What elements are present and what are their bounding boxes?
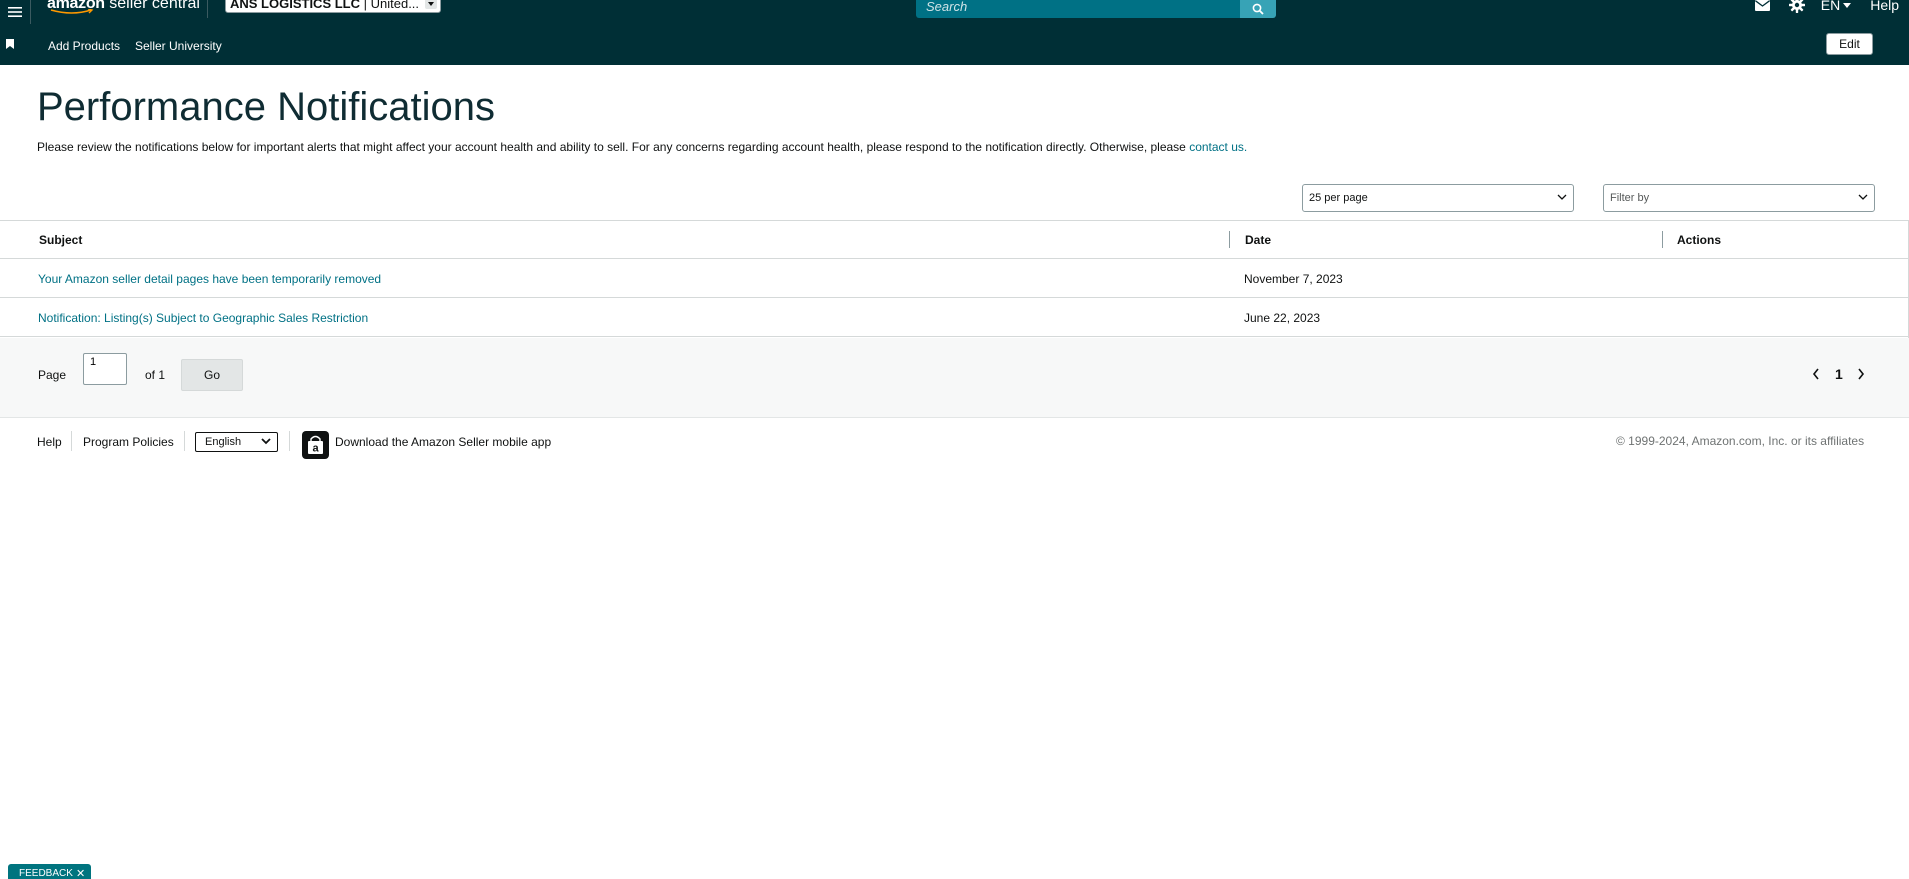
page-title: Performance Notifications <box>37 85 495 129</box>
column-header-subject[interactable]: Subject <box>39 233 82 247</box>
page-count-label: of 1 <box>145 368 166 382</box>
account-market: | United... <box>363 0 420 11</box>
go-button[interactable]: Go <box>181 359 243 391</box>
account-switcher[interactable]: ANS LOGISTICS LLC | United... <box>225 0 441 13</box>
edit-button[interactable]: Edit <box>1826 33 1873 55</box>
seller-central-logo[interactable]: amazon seller central <box>47 0 200 15</box>
notification-date: June 22, 2023 <box>1244 311 1321 325</box>
search-box <box>916 0 1240 18</box>
program-policies-link[interactable]: Program Policies <box>83 435 174 449</box>
current-page-number[interactable]: 1 <box>1835 366 1843 382</box>
logo-divider <box>207 0 208 18</box>
help-link[interactable]: Help <box>1870 0 1899 13</box>
page-label: Page <box>38 368 67 382</box>
search-button[interactable] <box>1240 0 1276 18</box>
download-app-link[interactable]: Download the Amazon Seller mobile app <box>335 435 551 449</box>
page-number-input[interactable] <box>83 353 127 385</box>
menu-icon <box>8 7 22 17</box>
language-selector[interactable]: EN <box>1820 0 1852 13</box>
per-page-select[interactable]: 25 per page <box>1302 184 1574 212</box>
caret-down-icon <box>1843 2 1852 8</box>
per-page-value: 25 per page <box>1309 192 1368 204</box>
filter-by-placeholder: Filter by <box>1610 192 1650 204</box>
pagination-bar: Page of 1 Go 1 <box>0 338 1909 418</box>
contact-us-link[interactable]: contact us. <box>1189 140 1247 154</box>
close-icon[interactable]: ✕ <box>76 867 85 879</box>
footer: Help Program Policies English a Download… <box>0 430 1909 460</box>
seller-university-link[interactable]: Seller University <box>135 39 222 53</box>
feedback-label: FEEDBACK <box>19 868 73 879</box>
top-nav-bar: amazon seller central ANS LOGISTICS LLC … <box>0 0 1909 24</box>
logo-product: seller central <box>109 0 200 12</box>
chevron-right-icon[interactable] <box>1857 368 1865 380</box>
top-right-controls: EN Help <box>1753 0 1909 14</box>
menu-button[interactable] <box>0 0 31 24</box>
table-row: Your Amazon seller detail pages have bee… <box>0 259 1909 298</box>
account-name: ANS LOGISTICS LLC <box>230 0 360 11</box>
messages-button[interactable] <box>1753 0 1773 14</box>
footer-divider <box>289 431 290 451</box>
gear-icon <box>1788 0 1805 13</box>
column-header-actions: Actions <box>1677 233 1722 247</box>
footer-divider <box>71 431 72 451</box>
bookmark-icon[interactable] <box>6 39 14 49</box>
smile-arrow-icon <box>50 9 94 14</box>
notifications-table: Subject Date Actions Your Amazon seller … <box>0 220 1909 337</box>
chevron-left-icon[interactable] <box>1812 368 1820 380</box>
add-products-link[interactable]: Add Products <box>48 39 120 53</box>
page-description: Please review the notifications below fo… <box>37 140 1247 154</box>
search-input[interactable] <box>916 0 1240 17</box>
column-resize-handle[interactable] <box>1229 231 1230 248</box>
column-header-date[interactable]: Date <box>1245 233 1271 247</box>
language-label: EN <box>1820 0 1841 13</box>
column-resize-handle[interactable] <box>1662 231 1663 248</box>
search-icon <box>1252 3 1264 15</box>
bookmarks-bar: Add Products Seller University Edit <box>0 24 1909 65</box>
footer-divider <box>184 431 185 451</box>
copyright-text: © 1999-2024, Amazon.com, Inc. or its aff… <box>1616 434 1865 448</box>
chevron-down-icon <box>1858 194 1868 200</box>
notification-subject-link[interactable]: Notification: Listing(s) Subject to Geog… <box>38 311 368 325</box>
footer-language-select[interactable]: English <box>195 432 278 452</box>
description-text: Please review the notifications below fo… <box>37 140 1190 154</box>
settings-button[interactable] <box>1787 0 1807 14</box>
svg-text:a: a <box>312 443 319 455</box>
chevron-down-icon <box>261 438 271 445</box>
table-header: Subject Date Actions <box>0 220 1909 259</box>
footer-help-link[interactable]: Help <box>37 435 62 449</box>
notification-date: November 7, 2023 <box>1244 272 1343 286</box>
chevron-down-icon <box>1557 194 1567 200</box>
caret-down-icon <box>425 0 437 9</box>
feedback-tab[interactable]: FEEDBACK ✕ <box>8 864 91 879</box>
mail-icon <box>1755 0 1771 11</box>
amazon-app-icon[interactable]: a <box>302 431 329 459</box>
notification-subject-link[interactable]: Your Amazon seller detail pages have bee… <box>38 272 381 286</box>
table-row: Notification: Listing(s) Subject to Geog… <box>0 298 1909 337</box>
footer-language-value: English <box>205 436 242 448</box>
filter-by-select[interactable]: Filter by <box>1603 184 1875 212</box>
